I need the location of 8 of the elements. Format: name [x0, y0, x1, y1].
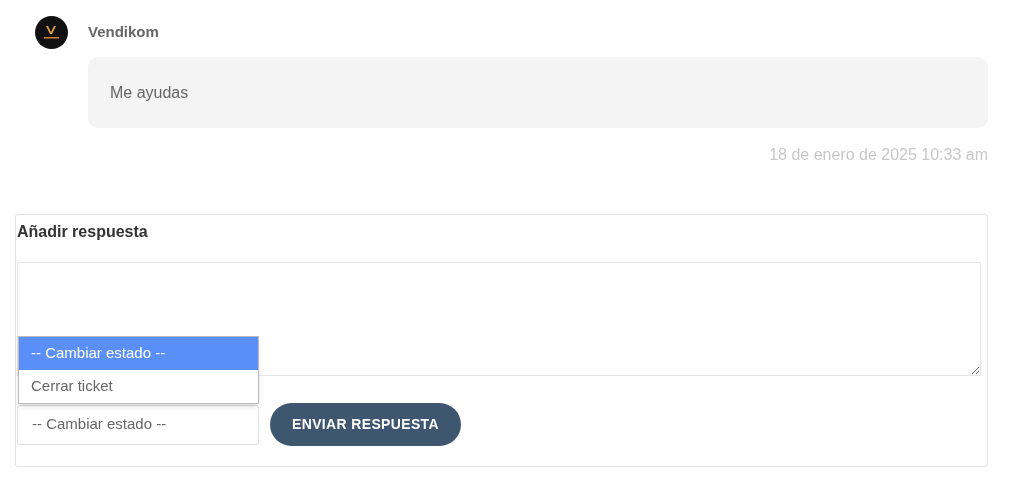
- dropdown-option[interactable]: Cerrar ticket: [19, 370, 258, 403]
- author-name: Vendikom: [88, 22, 159, 43]
- avatar: [35, 16, 68, 49]
- dropdown-option[interactable]: -- Cambiar estado --: [19, 337, 258, 370]
- submit-button[interactable]: ENVIAR RESPUESTA: [270, 403, 461, 446]
- reply-title: Añadir respuesta: [17, 222, 149, 242]
- status-select[interactable]: -- Cambiar estado --: [17, 404, 259, 445]
- message-bubble: Me ayudas: [88, 57, 988, 128]
